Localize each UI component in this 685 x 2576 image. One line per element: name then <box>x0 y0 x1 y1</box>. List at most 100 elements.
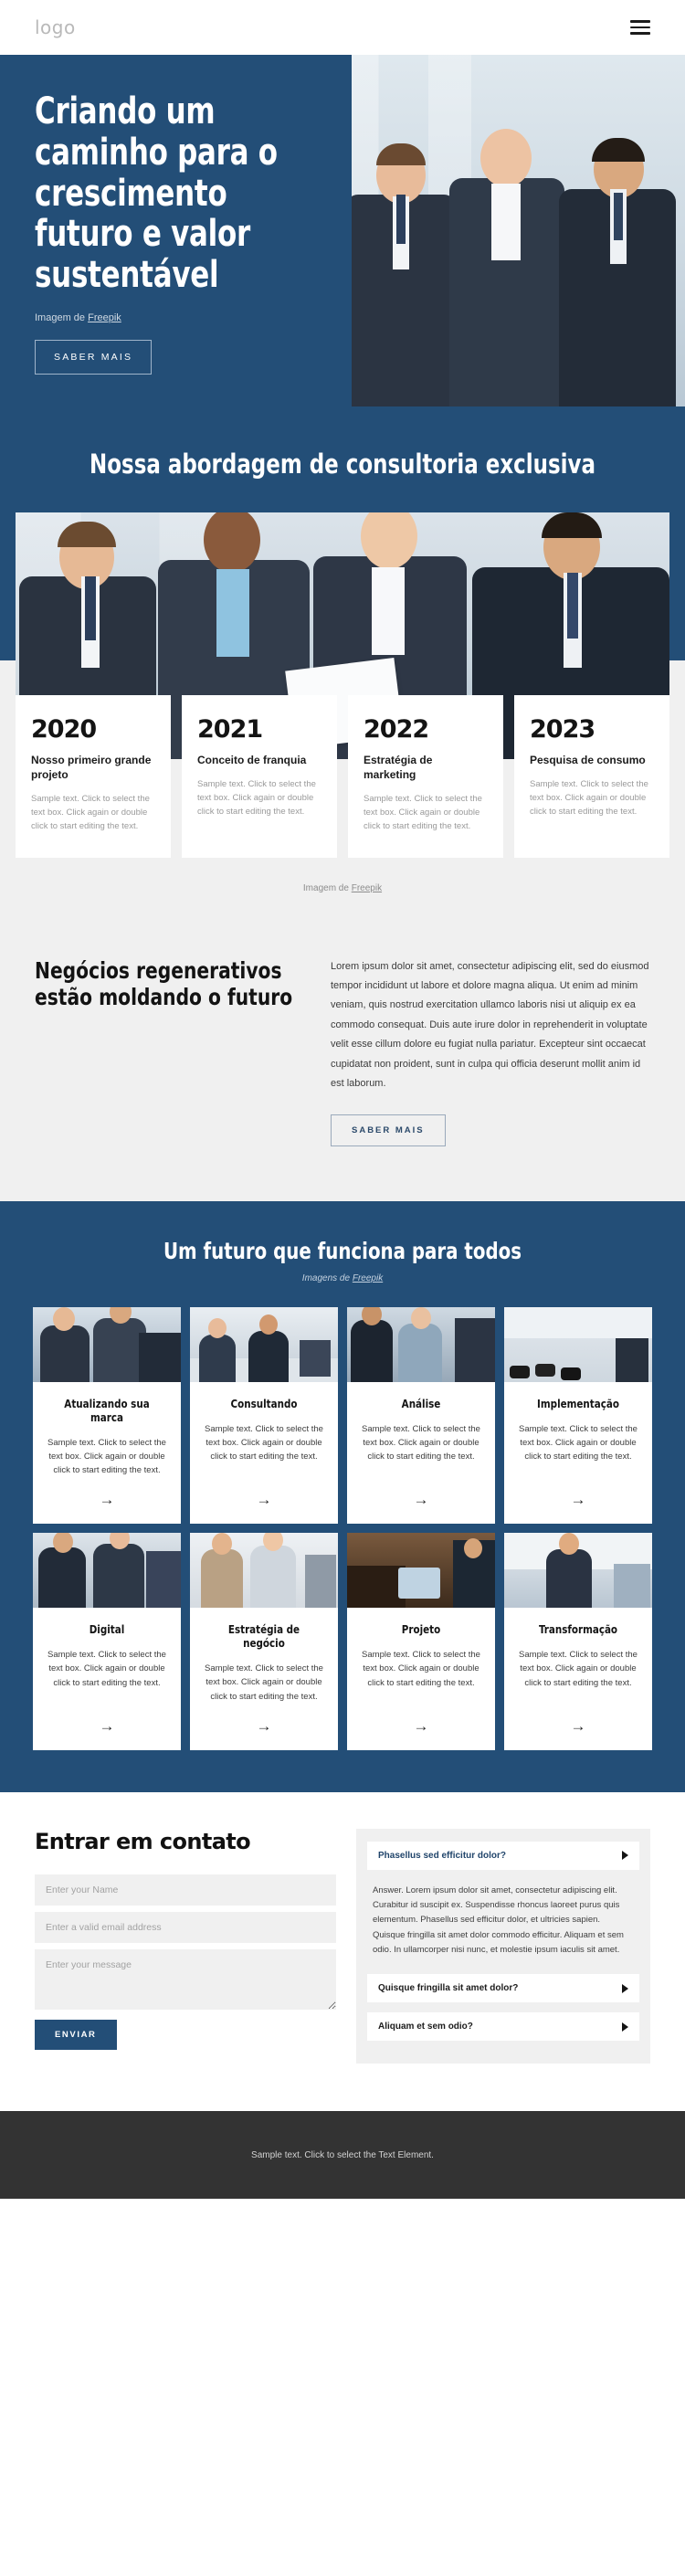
faq-accordion: Phasellus sed efficitur dolor? Answer. L… <box>356 1828 650 2064</box>
site-footer: Sample text. Click to select the Text El… <box>0 2111 685 2200</box>
timeline-card-title: Conceito de franquia <box>197 754 307 766</box>
services-credit-link[interactable]: Freepik <box>353 1273 383 1283</box>
timeline-card: 2020 Nosso primeiro grande projeto Sampl… <box>16 695 171 858</box>
email-field[interactable] <box>35 1911 336 1943</box>
timeline-card-text: Sample text. Click to select the text bo… <box>31 794 150 831</box>
service-card[interactable]: Transformação Sample text. Click to sele… <box>504 1533 652 1750</box>
service-card-title: Transformação <box>538 1622 618 1637</box>
service-card[interactable]: Projeto Sample text. Click to select the… <box>347 1533 495 1750</box>
hero-image-credit: Imagem de Freepik <box>35 312 321 323</box>
service-card-image <box>190 1533 338 1609</box>
regenerative-paragraph: Lorem ipsum dolor sit amet, consectetur … <box>331 960 649 1090</box>
service-card-text: Sample text. Click to select the text bo… <box>47 1650 166 1688</box>
regenerative-section: Negócios regenerativos estão moldando o … <box>0 924 685 1201</box>
arrow-right-icon[interactable]: → <box>359 1718 483 1734</box>
timeline-credit-link[interactable]: Freepik <box>352 883 382 893</box>
timeline-card-text: Sample text. Click to select the text bo… <box>197 779 316 817</box>
caret-right-icon <box>622 1983 628 1993</box>
footer-text: Sample text. Click to select the Text El… <box>251 2149 434 2160</box>
service-card-text: Sample text. Click to select the text bo… <box>205 1423 323 1462</box>
message-field[interactable] <box>35 1948 336 2010</box>
arrow-right-icon[interactable]: → <box>202 1718 326 1734</box>
name-field[interactable] <box>35 1874 336 1906</box>
hero-cta-button[interactable]: SABER MAIS <box>35 339 153 375</box>
arrow-right-icon[interactable]: → <box>516 1492 640 1507</box>
service-card[interactable]: Implementação Sample text. Click to sele… <box>504 1306 652 1525</box>
faq-question-text: Aliquam et sem odio? <box>378 2022 473 2032</box>
service-card[interactable]: Estratégia de negócio Sample text. Click… <box>190 1533 338 1750</box>
arrow-right-icon[interactable]: → <box>45 1492 169 1507</box>
service-card[interactable]: Digital Sample text. Click to select the… <box>33 1533 181 1750</box>
caret-right-icon <box>622 2022 628 2032</box>
timeline-card: 2023 Pesquisa de consumo Sample text. Cl… <box>514 695 669 858</box>
services-grid-row-2: Digital Sample text. Click to select the… <box>0 1533 685 1750</box>
timeline-year: 2020 <box>31 715 97 744</box>
timeline-image-credit: Imagem de Freepik <box>0 883 685 893</box>
timeline-card-title: Estratégia de marketing <box>364 754 433 782</box>
hero-credit-link[interactable]: Freepik <box>88 312 121 323</box>
caret-right-icon <box>622 1851 628 1861</box>
hero-panel: Criando um caminho para o crescimento fu… <box>0 55 352 406</box>
arrow-right-icon[interactable]: → <box>359 1492 483 1507</box>
logo[interactable]: logo <box>35 16 76 38</box>
regenerative-cta-button[interactable]: SABER MAIS <box>331 1114 446 1146</box>
service-card-image <box>33 1306 181 1382</box>
service-card-title: Atualizando sua marca <box>64 1396 150 1424</box>
service-card-image <box>347 1533 495 1609</box>
approach-title: Nossa abordagem de consultoria exclusiva <box>90 449 595 480</box>
timeline-year: 2023 <box>530 715 595 744</box>
service-card-text: Sample text. Click to select the text bo… <box>519 1650 638 1688</box>
timeline-year: 2022 <box>364 715 429 744</box>
timeline-year: 2021 <box>197 715 263 744</box>
timeline-card: 2022 Estratégia de marketing Sample text… <box>348 695 503 858</box>
landing-page: logo Criando um caminho para o crescimen… <box>0 0 685 2200</box>
services-image-credit: Imagens de Freepik <box>0 1273 685 1283</box>
timeline-card-text: Sample text. Click to select the text bo… <box>364 794 482 831</box>
faq-question-item[interactable]: Quisque fringilla sit amet dolor? <box>367 1974 639 2003</box>
arrow-right-icon[interactable]: → <box>45 1718 169 1734</box>
hero-image <box>329 55 685 406</box>
service-card[interactable]: Consultando Sample text. Click to select… <box>190 1306 338 1525</box>
service-card-text: Sample text. Click to select the text bo… <box>47 1437 166 1475</box>
faq-question-item[interactable]: Phasellus sed efficitur dolor? <box>367 1841 639 1870</box>
timeline-card-title: Pesquisa de consumo <box>530 754 646 766</box>
contact-section: Entrar em contato ENVIAR Phasellus sed e… <box>0 1791 685 2112</box>
service-card-text: Sample text. Click to select the text bo… <box>519 1423 638 1462</box>
timeline-card: 2021 Conceito de franquia Sample text. C… <box>182 695 337 858</box>
service-card-image <box>504 1306 652 1382</box>
service-card-image <box>504 1533 652 1609</box>
arrow-right-icon[interactable]: → <box>516 1718 640 1734</box>
service-card-title: Consultando <box>230 1396 298 1410</box>
timeline-section: 2020 Nosso primeiro grande projeto Sampl… <box>0 660 685 924</box>
contact-form: Entrar em contato ENVIAR <box>35 1829 336 2064</box>
service-card-image <box>33 1533 181 1609</box>
services-title: Um futuro que funciona para todos <box>163 1237 522 1264</box>
service-card-title: Projeto <box>401 1622 441 1637</box>
service-card-title: Digital <box>89 1622 125 1637</box>
timeline-card-text: Sample text. Click to select the text bo… <box>530 779 648 817</box>
regenerative-title: Negócios regenerativos estão moldando o … <box>35 956 293 1011</box>
submit-button[interactable]: ENVIAR <box>35 2019 117 2050</box>
service-card[interactable]: Análise Sample text. Click to select the… <box>347 1306 495 1525</box>
contact-title: Entrar em contato <box>35 1828 251 1854</box>
timeline-credit-prefix: Imagem de <box>302 882 352 893</box>
service-card-text: Sample text. Click to select the text bo… <box>362 1650 480 1688</box>
arrow-right-icon[interactable]: → <box>202 1492 326 1507</box>
service-card-text: Sample text. Click to select the text bo… <box>205 1663 323 1702</box>
services-credit-prefix: Imagens de <box>301 1272 353 1283</box>
faq-question-item[interactable]: Aliquam et sem odio? <box>367 2012 639 2042</box>
timeline-card-title: Nosso primeiro grande projeto <box>31 754 152 782</box>
services-grid-row-1: Atualizando sua marca Sample text. Click… <box>0 1306 685 1525</box>
service-card-text: Sample text. Click to select the text bo… <box>362 1423 480 1462</box>
faq-answer-text: Answer. Lorem ipsum dolor sit amet, cons… <box>373 1884 624 1956</box>
service-card-title: Análise <box>401 1396 441 1410</box>
regenerative-left: Negócios regenerativos estão moldando o … <box>35 957 300 1146</box>
faq-question-text: Quisque fringilla sit amet dolor? <box>378 1983 519 1994</box>
hamburger-menu-icon[interactable] <box>630 20 650 35</box>
service-card[interactable]: Atualizando sua marca Sample text. Click… <box>33 1306 181 1525</box>
faq-question-text: Phasellus sed efficitur dolor? <box>378 1850 507 1861</box>
hero-title: Criando um caminho para o crescimento fu… <box>35 90 278 297</box>
service-card-image <box>190 1306 338 1382</box>
regenerative-right: Lorem ipsum dolor sit amet, consectetur … <box>331 957 650 1146</box>
hero-credit-prefix: Imagem de <box>35 311 89 323</box>
